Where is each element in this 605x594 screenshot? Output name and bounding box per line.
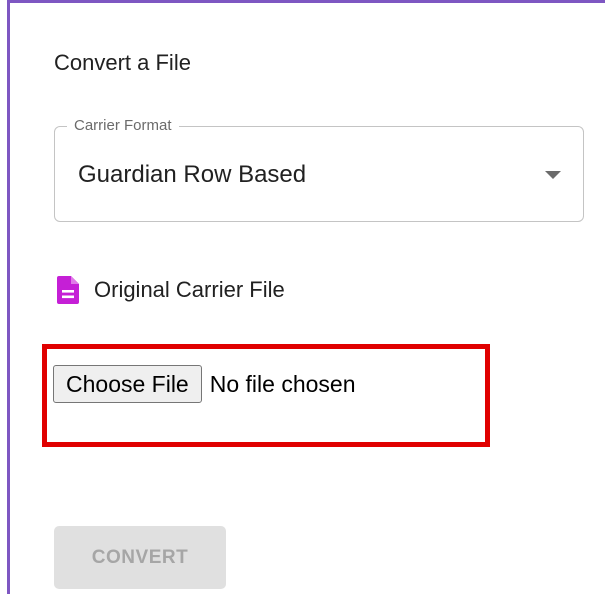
carrier-format-value: Guardian Row Based (78, 161, 307, 188)
original-file-label: Original Carrier File (94, 277, 285, 302)
document-icon (57, 276, 79, 304)
card-top-border (7, 0, 605, 3)
dropdown-arrow-icon[interactable] (545, 171, 561, 179)
card-title: Convert a File (54, 50, 191, 75)
file-input[interactable]: Choose File No file chosen (53, 365, 355, 403)
file-status-text: No file chosen (209, 370, 356, 397)
convert-card: Convert a File Carrier Format Guardian R… (0, 0, 605, 594)
original-file-heading: Original Carrier File (57, 276, 285, 304)
card-left-border (7, 0, 10, 594)
carrier-format-label: Carrier Format (67, 115, 179, 137)
choose-file-button[interactable]: Choose File (53, 365, 202, 403)
carrier-format-select[interactable]: Carrier Format Guardian Row Based (54, 115, 584, 222)
convert-button[interactable]: CONVERT (54, 526, 226, 589)
